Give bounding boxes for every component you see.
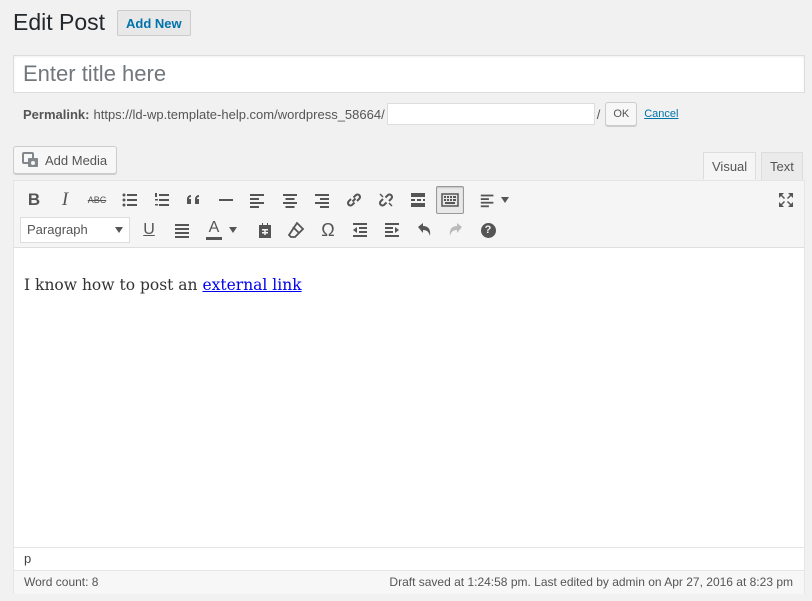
- add-media-label: Add Media: [45, 152, 108, 168]
- permalink-cancel-link[interactable]: Cancel: [644, 108, 678, 120]
- permalink-row: Permalink: https://ld-wp.template-help.c…: [23, 102, 678, 126]
- page-title: Edit Post: [13, 9, 106, 35]
- permalink-slash: /: [596, 106, 601, 122]
- help-icon[interactable]: ?: [474, 216, 502, 244]
- chevron-down-icon: [115, 227, 123, 233]
- autosave-status: Draft saved at 1:24:58 pm. Last edited b…: [389, 575, 793, 589]
- add-media-button[interactable]: Add Media: [13, 146, 118, 174]
- insert-link-icon[interactable]: [340, 186, 368, 214]
- bulleted-list-icon[interactable]: [116, 186, 144, 214]
- bold-icon[interactable]: B: [20, 186, 48, 214]
- horizontal-line-icon[interactable]: [212, 186, 240, 214]
- indent-icon[interactable]: [378, 216, 406, 244]
- permalink-base-url: https://ld-wp.template-help.com/wordpres…: [93, 106, 385, 122]
- outdent-icon[interactable]: [346, 216, 374, 244]
- post-editor: B I ABC Paragraph U A Ω ? I know how to …: [13, 180, 805, 594]
- content-external-link[interactable]: external link: [202, 276, 301, 294]
- tab-text[interactable]: Text: [761, 152, 803, 180]
- blockquote-icon[interactable]: [180, 186, 208, 214]
- undo-icon[interactable]: [410, 216, 438, 244]
- align-right-icon[interactable]: [308, 186, 336, 214]
- permalink-ok-button[interactable]: OK: [605, 102, 638, 126]
- special-character-icon[interactable]: Ω: [314, 216, 342, 244]
- align-center-icon[interactable]: [276, 186, 304, 214]
- underline-icon[interactable]: U: [135, 216, 163, 244]
- tab-visual[interactable]: Visual: [703, 152, 757, 180]
- element-path-bar: p: [14, 547, 804, 570]
- alignment-dropdown-icon[interactable]: [476, 186, 512, 214]
- word-count: Word count: 8: [24, 575, 99, 589]
- toolbar-toggle-icon[interactable]: [436, 186, 464, 214]
- media-icon: [22, 152, 38, 167]
- align-left-icon[interactable]: [243, 186, 271, 214]
- remove-link-icon[interactable]: [372, 186, 400, 214]
- editor-content[interactable]: I know how to post an external link: [24, 276, 302, 294]
- clear-formatting-icon[interactable]: [282, 216, 310, 244]
- permalink-label: Permalink:: [23, 106, 90, 122]
- format-select[interactable]: Paragraph: [20, 217, 130, 243]
- read-more-icon[interactable]: [404, 186, 432, 214]
- editor-toolbar: B I ABC Paragraph U A Ω ?: [14, 181, 804, 248]
- post-title-input[interactable]: [13, 55, 805, 93]
- fullscreen-icon[interactable]: [772, 186, 800, 214]
- content-text: I know how to post an: [24, 276, 203, 294]
- post-status-info: Word count: 8 Draft saved at 1:24:58 pm.…: [14, 570, 804, 594]
- numbered-list-icon[interactable]: [148, 186, 176, 214]
- strikethrough-icon[interactable]: ABC: [83, 186, 111, 214]
- element-path[interactable]: p: [24, 551, 31, 566]
- permalink-slug-input[interactable]: [386, 103, 595, 125]
- redo-icon[interactable]: [442, 216, 470, 244]
- paste-text-icon[interactable]: [251, 216, 279, 244]
- add-new-button[interactable]: Add New: [117, 10, 191, 36]
- justify-icon[interactable]: [168, 216, 196, 244]
- text-color-icon[interactable]: A: [199, 216, 243, 244]
- format-select-value: Paragraph: [27, 222, 88, 237]
- italic-icon[interactable]: I: [51, 186, 79, 214]
